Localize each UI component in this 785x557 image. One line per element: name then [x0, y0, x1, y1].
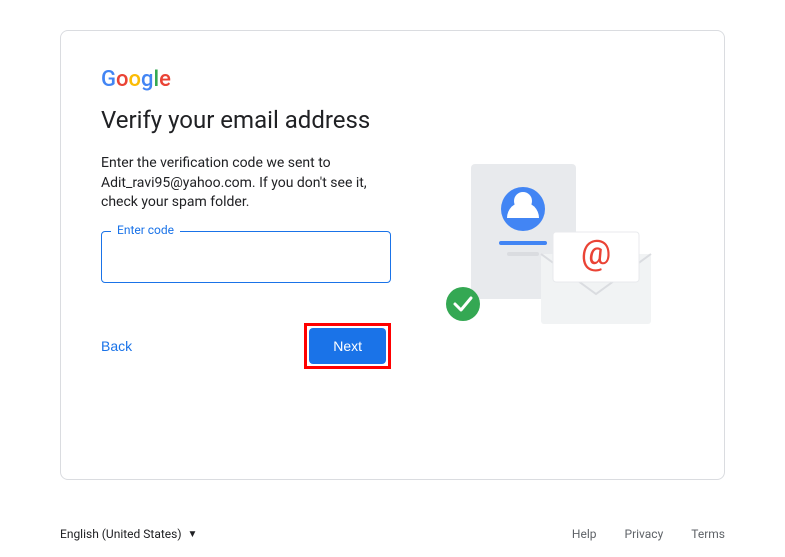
chevron-down-icon: ▼	[188, 529, 198, 540]
logo-letter: g	[141, 67, 153, 92]
language-label: English (United States)	[60, 527, 182, 541]
footer-links: Help Privacy Terms	[572, 527, 725, 541]
code-input[interactable]	[101, 231, 391, 283]
svg-text:@: @	[581, 233, 612, 273]
footer: English (United States) ▼ Help Privacy T…	[60, 527, 725, 541]
code-input-label: Enter code	[111, 223, 180, 237]
button-row: Back Next	[101, 323, 391, 369]
google-logo: Google	[101, 67, 684, 92]
instruction-text: Enter the verification code we sent to A…	[101, 154, 401, 213]
page-title: Verify your email address	[101, 106, 684, 134]
privacy-link[interactable]: Privacy	[625, 527, 664, 541]
logo-letter: e	[159, 67, 171, 92]
logo-letter: G	[101, 67, 116, 92]
next-button-highlight: Next	[304, 323, 391, 369]
code-input-container: Enter code	[101, 231, 401, 283]
terms-link[interactable]: Terms	[691, 527, 725, 541]
language-selector[interactable]: English (United States) ▼	[60, 527, 197, 541]
next-button[interactable]: Next	[309, 328, 386, 364]
logo-letter: o	[116, 67, 128, 92]
signup-card: Google Verify your email address Enter t…	[60, 30, 725, 480]
form-column: Enter the verification code we sent to A…	[101, 154, 401, 455]
logo-letter: o	[128, 67, 140, 92]
help-link[interactable]: Help	[572, 527, 597, 541]
illustration: @	[401, 154, 684, 455]
back-button[interactable]: Back	[101, 330, 132, 362]
